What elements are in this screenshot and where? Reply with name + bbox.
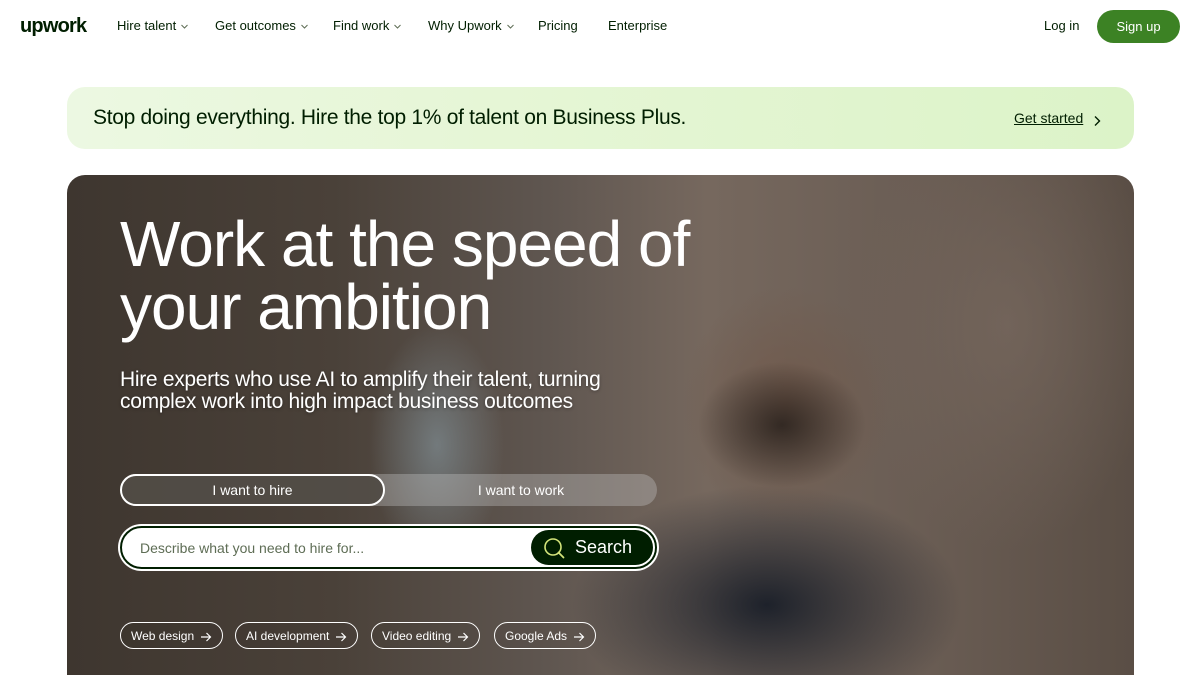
toggle-work[interactable]: I want to work [385,474,657,506]
nav-item-label: Get outcomes [215,18,296,33]
nav-item-find-work[interactable]: Find work [333,17,402,35]
signup-button[interactable]: Sign up [1097,10,1180,43]
chevron-right-icon [1093,112,1101,126]
hero-title: Work at the speed of your ambition [120,208,690,343]
nav-item-label: Why Upwork [428,18,502,33]
search-input[interactable] [140,528,520,567]
chip-video-editing[interactable]: Video editing [371,622,481,649]
hero-subtitle: Hire experts who use AI to amplify their… [120,368,601,413]
get-started-label: Get started [1014,110,1084,126]
nav-item-hire-talent[interactable]: Hire talent [117,17,189,35]
top-nav: upwork Hire talent Get outcomes Find wor… [0,0,1200,54]
nav-item-label: Find work [333,18,390,33]
toggle-hire[interactable]: I want to hire [120,474,385,506]
chevron-down-icon [506,22,515,31]
chevron-down-icon [180,22,189,31]
arrow-right-icon [457,631,469,641]
chip-label: Video editing [382,628,452,643]
upwork-logo[interactable]: upwork [20,13,87,39]
chevron-down-icon [393,22,402,31]
nav-item-label: Enterprise [608,18,668,33]
search-button-label: Search [575,537,633,557]
arrow-right-icon [335,631,347,641]
chip-label: Web design [131,628,195,643]
promo-banner: Stop doing everything. Hire the top 1% o… [67,87,1134,149]
hire-work-toggle: I want to hire I want to work [120,474,657,506]
nav-item-label: Pricing [538,18,578,33]
search-button[interactable]: Search [531,530,653,565]
search-icon [543,537,565,559]
chip-label: Google Ads [505,628,568,643]
login-link[interactable]: Log in [1044,17,1079,35]
get-started-link[interactable]: Get started [1014,108,1101,128]
search-bar: Search [120,526,657,569]
arrow-right-icon [200,631,212,641]
nav-item-why-upwork[interactable]: Why Upwork [428,17,515,35]
chevron-down-icon [300,22,309,31]
nav-item-get-outcomes[interactable]: Get outcomes [215,17,309,35]
chip-ai-development[interactable]: AI development [235,622,359,649]
chip-web-design[interactable]: Web design [120,622,224,649]
nav-item-label: Hire talent [117,18,177,33]
nav-item-enterprise[interactable]: Enterprise [608,17,667,35]
nav-item-pricing[interactable]: Pricing [538,17,578,35]
hero-section: Work at the speed of your ambition Hire … [67,175,1134,675]
chip-label: AI development [246,628,330,643]
chip-google-ads[interactable]: Google Ads [494,622,597,649]
promo-text: Stop doing everything. Hire the top 1% o… [93,106,687,129]
arrow-right-icon [573,631,585,641]
